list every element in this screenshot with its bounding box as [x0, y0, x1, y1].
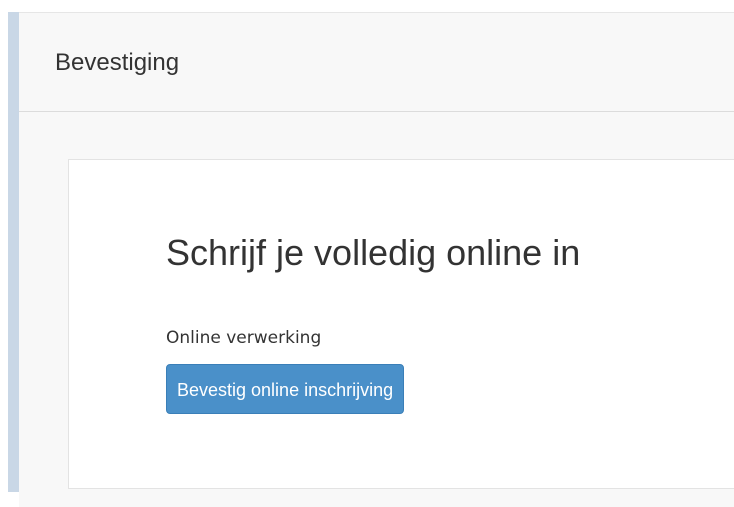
panel-body: Schrijf je volledig online in Online ver…	[19, 112, 734, 507]
page-root: Bevestiging Schrijf je volledig online i…	[0, 0, 734, 507]
online-processing-label: Online verwerking	[166, 328, 322, 348]
panel-header: Bevestiging	[19, 13, 734, 112]
online-registration-card: Schrijf je volledig online in Online ver…	[68, 159, 734, 489]
card-heading: Schrijf je volledig online in	[166, 232, 581, 273]
left-accent-bar	[8, 12, 19, 492]
confirmation-panel: Bevestiging Schrijf je volledig online i…	[19, 12, 734, 507]
panel-title: Bevestiging	[55, 49, 180, 76]
confirm-online-registration-button[interactable]: Bevestig online inschrijving	[166, 364, 405, 414]
